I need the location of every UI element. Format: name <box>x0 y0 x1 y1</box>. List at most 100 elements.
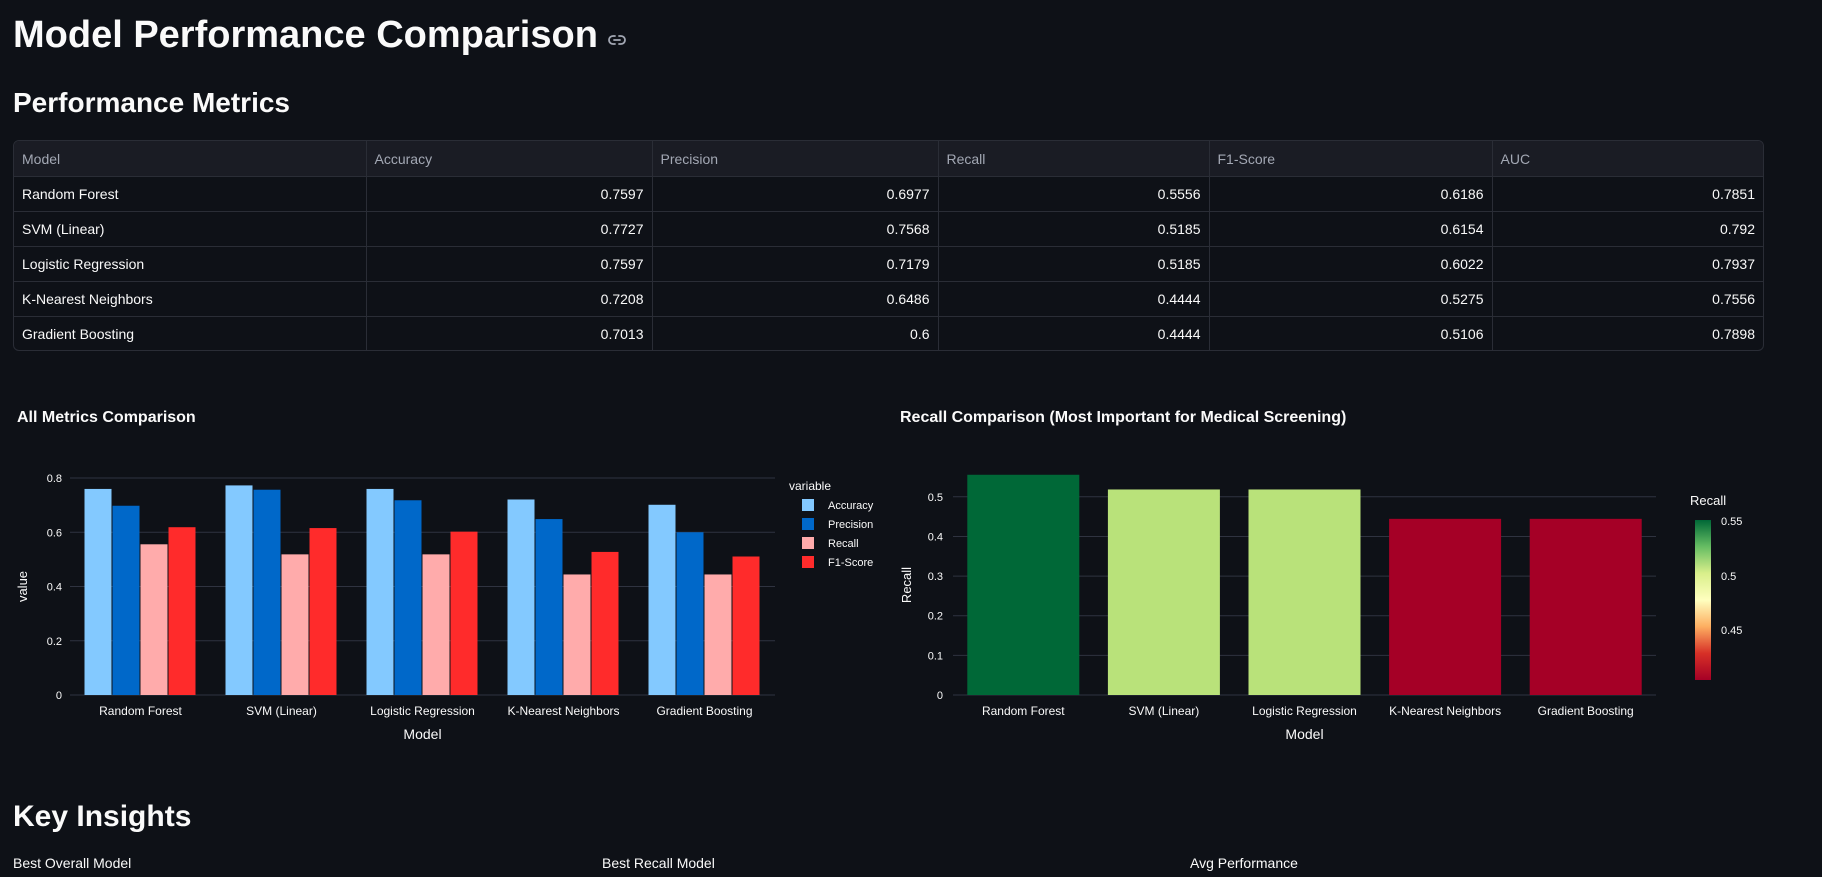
legend-item: Accuracy <box>828 500 874 512</box>
x-tick-label: Random Forest <box>982 704 1065 718</box>
legend-swatch <box>802 537 814 549</box>
chart-title-all-metrics: All Metrics Comparison <box>17 409 196 426</box>
y-axis-label: value <box>15 571 30 602</box>
x-tick-label: K-Nearest Neighbors <box>1389 704 1501 718</box>
bar-f1-score <box>450 531 478 695</box>
table-cell: 0.5185 <box>938 246 1210 282</box>
x-tick-label: Gradient Boosting <box>1538 704 1634 718</box>
link-icon[interactable] <box>608 13 626 56</box>
table-cell: 0.7208 <box>366 281 653 317</box>
metric-label-best-overall: Best Overall Model <box>13 855 132 871</box>
table-row[interactable]: Gradient Boosting 0.7013 0.6 0.4444 0.51… <box>14 316 1763 350</box>
bar-accuracy <box>507 499 535 695</box>
bar-recall <box>281 554 309 695</box>
bar-precision <box>394 500 422 695</box>
page-title-text: Model Performance Comparison <box>13 14 598 56</box>
bar-recall <box>422 554 450 695</box>
table-row[interactable]: SVM (Linear) 0.7727 0.7568 0.5185 0.6154… <box>14 211 1763 247</box>
legend-swatch <box>802 518 814 530</box>
recall-bar <box>1389 518 1502 695</box>
table-cell: K-Nearest Neighbors <box>14 281 367 317</box>
y-tick-label: 0.8 <box>47 473 62 485</box>
table-row[interactable]: Logistic Regression 0.7597 0.7179 0.5185… <box>14 246 1763 282</box>
table-cell: 0.5106 <box>1209 316 1493 350</box>
x-tick-label: Random Forest <box>99 704 182 718</box>
y-tick-label: 0.2 <box>928 611 943 623</box>
table-cell: SVM (Linear) <box>14 211 367 247</box>
metric-label-best-recall: Best Recall Model <box>602 855 715 871</box>
table-cell: 0.5556 <box>938 176 1210 212</box>
recall-bar <box>967 474 1080 695</box>
table-cell: 0.7851 <box>1492 176 1763 212</box>
x-tick-label: Gradient Boosting <box>656 704 752 718</box>
bar-recall <box>140 544 168 695</box>
table-cell: 0.7937 <box>1492 246 1763 282</box>
table-cell: 0.7597 <box>366 176 653 212</box>
y-tick-label: 0.4 <box>47 582 62 594</box>
table-row[interactable]: Random Forest 0.7597 0.6977 0.5556 0.618… <box>14 176 1763 212</box>
table-cell: Logistic Regression <box>14 246 367 282</box>
bar-f1-score <box>168 527 196 695</box>
y-tick-label: 0.6 <box>47 527 62 539</box>
y-tick-label: 0.5 <box>928 492 943 504</box>
bar-accuracy <box>648 504 676 695</box>
colorbar-title: Recall <box>1690 493 1726 508</box>
page-title: Model Performance Comparison <box>13 14 626 57</box>
y-tick-label: 0 <box>937 690 943 702</box>
column-header[interactable]: F1-Score <box>1209 141 1493 177</box>
legend-title: variable <box>789 479 831 493</box>
table-header-row: Model Accuracy Precision Recall F1-Score… <box>14 141 1763 177</box>
bar-f1-score <box>591 551 619 695</box>
table-cell: 0.4444 <box>938 281 1210 317</box>
x-tick-label: K-Nearest Neighbors <box>507 704 619 718</box>
table-cell: 0.4444 <box>938 316 1210 350</box>
table-cell: 0.6186 <box>1209 176 1493 212</box>
column-header[interactable]: Accuracy <box>366 141 653 177</box>
colorbar <box>1695 520 1711 680</box>
column-header[interactable]: Precision <box>652 141 939 177</box>
bar-recall <box>704 574 732 695</box>
bar-accuracy <box>84 488 112 695</box>
table-cell: 0.7597 <box>366 246 653 282</box>
table-cell: 0.5275 <box>1209 281 1493 317</box>
bar-precision <box>535 519 563 695</box>
bar-precision <box>676 532 704 695</box>
x-axis-label: Model <box>1285 726 1323 742</box>
table-cell: 0.7727 <box>366 211 653 247</box>
table-cell: 0.7013 <box>366 316 653 350</box>
table-cell: Gradient Boosting <box>14 316 367 350</box>
bar-f1-score <box>309 528 337 695</box>
column-header[interactable]: AUC <box>1492 141 1763 177</box>
y-tick-label: 0.3 <box>928 571 943 583</box>
recall-chart[interactable]: 0 0.1 0.2 0.3 0.4 0.5 Random Forest SVM (Linear… <box>890 440 1822 760</box>
y-tick-label: 0.4 <box>928 531 943 543</box>
table-row[interactable]: K-Nearest Neighbors 0.7208 0.6486 0.4444… <box>14 281 1763 317</box>
x-tick-label: Logistic Regression <box>370 704 475 718</box>
recall-bar <box>1248 489 1361 695</box>
bar-precision <box>253 489 281 695</box>
x-tick-label: SVM (Linear) <box>1129 704 1200 718</box>
y-tick-label: 0 <box>56 690 62 702</box>
colorbar-tick-label: 0.5 <box>1721 571 1736 583</box>
all-metrics-chart[interactable]: 0 0.2 0.4 0.6 0.8 Random Forest SVM (Linear) Lo… <box>0 440 890 760</box>
chart-title-recall: Recall Comparison (Most Important for Me… <box>900 409 1347 426</box>
legend-swatch <box>802 556 814 568</box>
colorbar-tick-label: 0.45 <box>1721 625 1742 637</box>
table-cell: 0.6154 <box>1209 211 1493 247</box>
bar-accuracy <box>225 485 253 695</box>
section-title-metrics: Performance Metrics <box>13 87 291 118</box>
y-axis-label: Recall <box>899 567 914 603</box>
metrics-table[interactable]: Model Accuracy Precision Recall F1-Score… <box>13 140 1764 351</box>
colorbar-tick-label: 0.55 <box>1721 516 1742 528</box>
table-cell: 0.6022 <box>1209 246 1493 282</box>
table-cell: 0.7179 <box>652 246 939 282</box>
bar-accuracy <box>366 488 394 695</box>
table-cell: 0.6 <box>652 316 939 350</box>
x-axis-label: Model <box>403 726 441 742</box>
recall-bar <box>1107 489 1220 695</box>
metric-label-avg-performance: Avg Performance <box>1190 855 1298 871</box>
table-cell: 0.792 <box>1492 211 1763 247</box>
column-header[interactable]: Recall <box>938 141 1210 177</box>
table-cell: 0.7568 <box>652 211 939 247</box>
column-header[interactable]: Model <box>14 141 367 177</box>
